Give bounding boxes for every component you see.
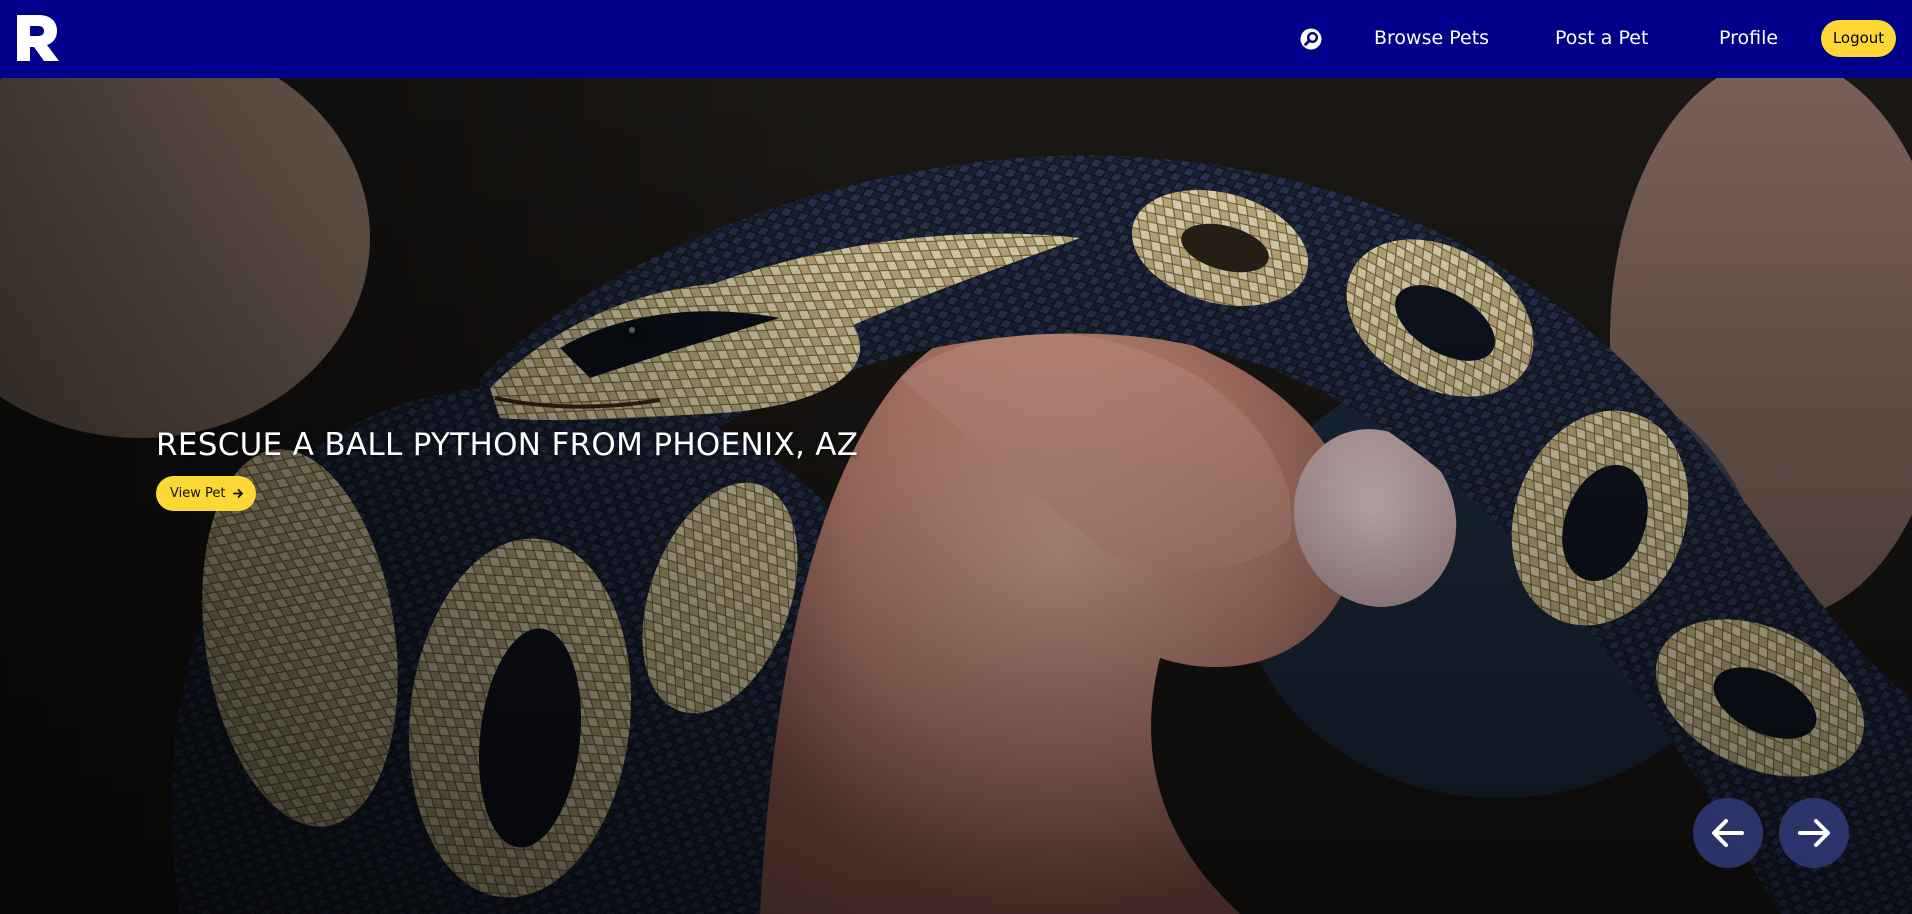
arrow-right-icon (233, 489, 243, 498)
arrow-left-icon (1712, 819, 1744, 847)
carousel-next-button[interactable] (1779, 798, 1849, 868)
logout-button[interactable]: Logout (1821, 20, 1896, 57)
top-navbar: Browse Pets Post a Pet Profile Logout (0, 0, 1912, 78)
view-pet-button[interactable]: View Pet (156, 476, 256, 511)
carousel-prev-button[interactable] (1693, 798, 1763, 868)
hero-carousel: RESCUE A BALL PYTHON FROM PHOENIX, AZ Vi… (0, 78, 1912, 914)
nav-link-profile[interactable]: Profile (1719, 25, 1778, 51)
hero-image (0, 78, 1912, 914)
view-pet-label: View Pet (170, 486, 226, 501)
arrow-right-icon (1798, 819, 1830, 847)
nav-link-browse-pets[interactable]: Browse Pets (1374, 25, 1489, 51)
search-icon (1300, 28, 1322, 50)
hero-caption: RESCUE A BALL PYTHON FROM PHOENIX, AZ (156, 427, 859, 463)
logo-icon[interactable] (13, 13, 61, 63)
search-button[interactable] (1300, 28, 1322, 50)
nav-link-post-a-pet[interactable]: Post a Pet (1555, 25, 1648, 51)
